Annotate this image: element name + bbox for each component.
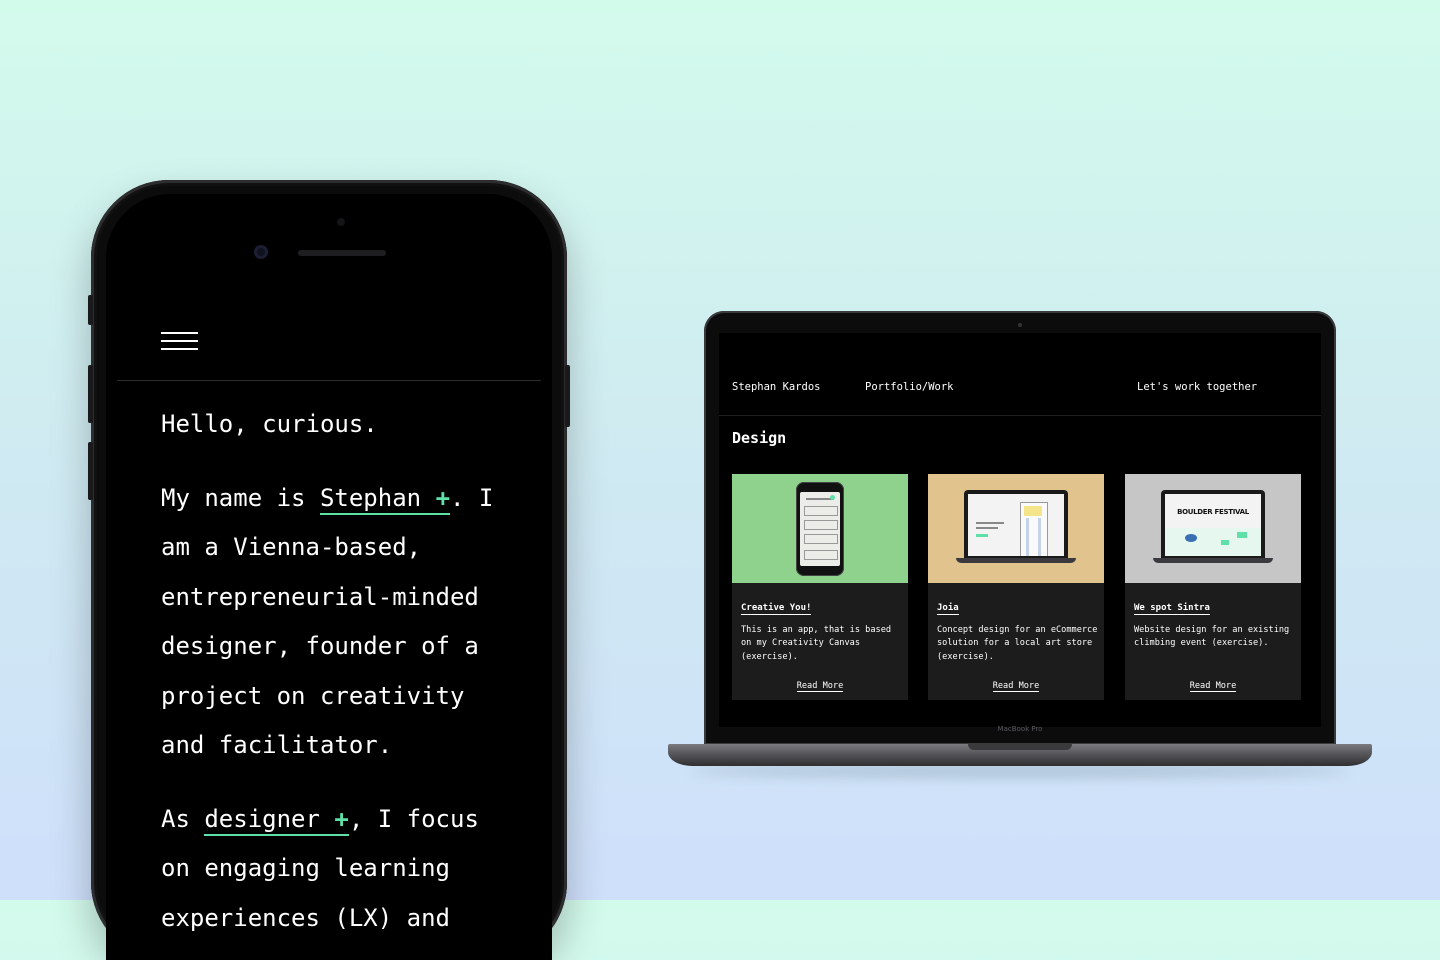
laptop-screen: Stephan Kardos Portfolio/Work Let's work…: [719, 333, 1321, 727]
read-more-link[interactable]: Read More: [928, 673, 1104, 692]
card-title[interactable]: Joia: [937, 602, 959, 615]
card-thumbnail: [732, 474, 908, 583]
phone-mockup-thumb: [796, 482, 844, 576]
phone-mockup: Hello, curious. My name is Stephan +. I …: [88, 180, 570, 960]
nav-name[interactable]: Stephan Kardos: [732, 381, 821, 393]
laptop-mockup: Stephan Kardos Portfolio/Work Let's work…: [704, 311, 1336, 745]
phone-mute-switch: [88, 295, 93, 325]
card-description: This is an app, that is based on my Crea…: [741, 625, 892, 662]
card-description: Concept design for an eCommerce solution…: [937, 625, 1098, 662]
project-card-sintra[interactable]: BOULDER FESTIVAL We spot Sintra Website …: [1125, 474, 1301, 700]
project-card-joia[interactable]: Joia Concept design for an eCommerce sol…: [928, 474, 1104, 700]
laptop-mockup-thumb: BOULDER FESTIVAL: [1161, 490, 1265, 558]
intro-before: My name is: [161, 483, 320, 512]
designer-link-label: designer: [204, 804, 320, 833]
section-title: Design: [732, 429, 787, 447]
card-thumbnail: [928, 474, 1104, 583]
plus-icon: +: [334, 804, 349, 833]
stephan-link-label: Stephan: [319, 483, 422, 512]
phone-screen: Hello, curious. My name is Stephan +. I …: [106, 194, 552, 960]
phone-sensor: [337, 218, 345, 226]
card-title[interactable]: We spot Sintra: [1134, 602, 1210, 615]
designer-link[interactable]: designer +: [204, 804, 349, 836]
project-card-creative-you[interactable]: Creative You! This is an app, that is ba…: [732, 474, 908, 700]
laptop-notch: [968, 744, 1072, 750]
phone-volume-down: [88, 442, 93, 500]
read-more-label: Read More: [796, 681, 844, 692]
designer-before: As: [161, 804, 205, 833]
intro-paragraph: My name is Stephan +. I am a Vienna-base…: [161, 474, 521, 771]
stephan-link[interactable]: Stephan +: [319, 483, 451, 515]
laptop-mockup-thumb: [964, 490, 1068, 558]
phone-speaker: [298, 250, 386, 256]
read-more-link[interactable]: Read More: [1125, 673, 1301, 692]
nav-divider: [719, 415, 1321, 416]
intro-after: . I am a Vienna-based, entrepreneurial-m…: [161, 483, 494, 760]
nav-contact[interactable]: Let's work together: [1137, 381, 1257, 393]
phone-volume-up: [88, 365, 93, 423]
card-thumbnail: BOULDER FESTIVAL: [1125, 474, 1301, 583]
hamburger-icon[interactable]: [161, 332, 198, 352]
read-more-link[interactable]: Read More: [732, 673, 908, 692]
designer-paragraph: As designer +, I focus on engaging learn…: [161, 795, 521, 944]
phone-camera: [254, 245, 268, 259]
card-title[interactable]: Creative You!: [741, 602, 812, 615]
card-description: Website design for an existing climbing …: [1134, 625, 1290, 649]
greeting: Hello, curious.: [161, 410, 378, 438]
laptop-camera: [1018, 323, 1022, 327]
laptop-brand-label: MacBook Pro: [997, 725, 1043, 733]
laptop-base: [668, 744, 1372, 766]
phone-power-button: [565, 365, 570, 427]
boulder-festival-logo: BOULDER FESTIVAL: [1177, 508, 1249, 516]
read-more-label: Read More: [1189, 681, 1237, 692]
header-divider: [117, 380, 541, 381]
intro-text: Hello, curious. My name is Stephan +. I …: [161, 400, 521, 960]
read-more-label: Read More: [992, 681, 1040, 692]
plus-icon: +: [435, 483, 451, 512]
laptop-shadow: [690, 764, 1350, 778]
nav-portfolio[interactable]: Portfolio/Work: [865, 381, 954, 393]
